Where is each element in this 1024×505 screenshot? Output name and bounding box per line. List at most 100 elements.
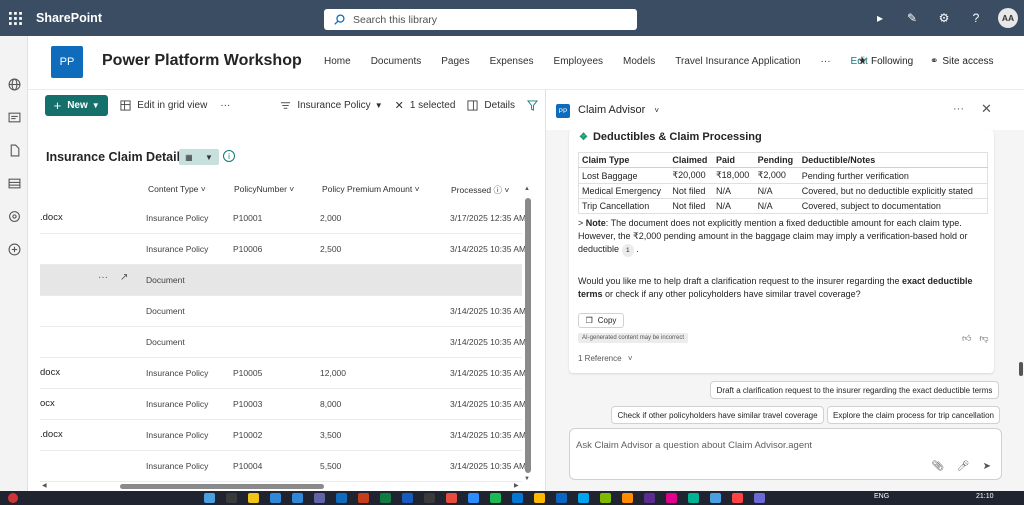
table-row[interactable]: Document 3/14/2025 10:35 AM — [40, 296, 526, 327]
avatar[interactable]: AA — [998, 8, 1018, 28]
scroll-up-icon[interactable]: ▲ — [524, 186, 530, 192]
column-premium[interactable]: Policy Premium Amount ˅ — [322, 184, 420, 194]
file-name[interactable]: docx — [40, 367, 60, 378]
clear-selection-button[interactable]: ✕ 1 selected — [395, 99, 456, 112]
taskbar-app-icon[interactable] — [490, 493, 501, 503]
taskbar-app-icon[interactable] — [402, 493, 413, 503]
taskbar-app-icon[interactable] — [600, 493, 611, 503]
following-button[interactable]: ★ Following — [858, 56, 913, 67]
vertical-scrollbar[interactable]: ▲ ▼ — [524, 180, 532, 485]
table-row[interactable]: Document 3/14/2025 10:35 AM — [40, 327, 526, 358]
nav-employees[interactable]: Employees — [554, 56, 603, 67]
taskbar-app-icon[interactable] — [204, 493, 215, 503]
feedback-icon[interactable]: ✎ — [896, 0, 928, 36]
column-content-type[interactable]: Content Type ˅ — [148, 184, 206, 194]
filter-button[interactable] — [527, 99, 544, 111]
taskbar-app-icon[interactable] — [688, 493, 699, 503]
search-box[interactable]: Search this library — [324, 9, 637, 30]
edit-grid-button[interactable]: Edit in grid view — [120, 100, 207, 111]
globe-icon[interactable] — [0, 68, 28, 101]
taskbar-app-icon[interactable] — [710, 493, 721, 503]
taskbar-app-icon[interactable] — [446, 493, 457, 503]
taskbar-app-icon[interactable] — [270, 493, 281, 503]
taskbar-app-icon[interactable] — [622, 493, 633, 503]
share-icon[interactable]: ↗ — [120, 272, 128, 283]
site-logo[interactable]: PP — [51, 46, 83, 78]
file-name[interactable]: ocx — [40, 398, 55, 409]
gear-icon[interactable]: ⚙ — [928, 0, 960, 36]
taskbar-app-icon[interactable] — [754, 493, 765, 503]
taskbar-app-icon[interactable] — [336, 493, 347, 503]
site-access-button[interactable]: ⚭ Site access — [930, 56, 994, 67]
taskbar-app-icon[interactable] — [292, 493, 303, 503]
nav-models[interactable]: Models — [623, 56, 655, 67]
suggestion-chip[interactable]: Draft a clarification request to the ins… — [710, 381, 999, 399]
help-icon[interactable]: ? — [960, 0, 992, 36]
table-row[interactable]: .docx Insurance Policy P10002 3,500 3/14… — [40, 420, 526, 451]
suggestion-chip[interactable]: Explore the claim process for trip cance… — [827, 406, 1000, 424]
agent-selector[interactable]: Claim Advisor ˅ — [578, 104, 659, 116]
taskbar-app-icon[interactable] — [248, 493, 259, 503]
microphone-icon[interactable]: 🎤︎ — [957, 461, 970, 472]
app-name[interactable]: SharePoint — [36, 11, 102, 25]
add-icon[interactable] — [0, 233, 28, 266]
scroll-right-icon[interactable]: ▶ — [514, 482, 519, 489]
nav-documents[interactable]: Documents — [371, 56, 422, 67]
chat-icon[interactable] — [0, 200, 28, 233]
file-icon[interactable] — [0, 134, 28, 167]
news-icon[interactable] — [0, 101, 28, 134]
column-processed[interactable]: Processed ⓘ ˅ — [451, 184, 509, 196]
thumbs-up-icon[interactable]: 👍︎ — [962, 333, 971, 344]
more-options-icon[interactable]: ··· — [953, 103, 964, 115]
send-icon[interactable]: ➤ — [983, 461, 991, 472]
nav-home[interactable]: Home — [324, 56, 351, 67]
horizontal-scrollbar[interactable]: ◀ ▶ — [40, 482, 524, 490]
file-name[interactable]: .docx — [40, 212, 63, 223]
taskbar-app-icon[interactable] — [666, 493, 677, 503]
scroll-left-icon[interactable]: ◀ — [42, 482, 47, 489]
clock[interactable]: 21:10 — [976, 493, 994, 500]
taskbar-app-icon[interactable] — [468, 493, 479, 503]
view-selector[interactable]: Insurance Policy ▼ — [280, 100, 383, 111]
notification-icon[interactable] — [8, 493, 18, 503]
nav-pages[interactable]: Pages — [441, 56, 469, 67]
suggestion-chip[interactable]: Check if other policyholders have simila… — [611, 406, 824, 424]
search-input[interactable]: Search this library — [353, 14, 437, 26]
app-launcher-icon[interactable] — [2, 0, 28, 36]
reference-badge[interactable]: 1 — [622, 244, 634, 257]
language-indicator[interactable]: ENG — [874, 493, 889, 500]
table-row[interactable]: docx Insurance Policy P10005 12,000 3/14… — [40, 358, 526, 389]
table-row[interactable]: Insurance Policy P10006 2,500 3/14/2025 … — [40, 234, 526, 265]
references-toggle[interactable]: 1 Reference ˅ — [578, 354, 633, 363]
list-icon[interactable] — [0, 167, 28, 200]
new-button[interactable]: + New ▼ — [45, 94, 109, 116]
taskbar-app-icon[interactable] — [578, 493, 589, 503]
column-policy-number[interactable]: PolicyNumber ˅ — [234, 184, 294, 194]
nav-more[interactable]: ··· — [821, 56, 831, 67]
scroll-down-icon[interactable]: ▼ — [524, 476, 530, 482]
ask-input[interactable]: Ask Claim Advisor a question about Claim… — [576, 440, 812, 451]
info-icon[interactable]: i — [223, 150, 235, 162]
view-switcher[interactable]: ▦ ▼ — [179, 149, 219, 165]
scroll-thumb[interactable] — [525, 198, 531, 473]
page-scrollbar[interactable] — [1019, 362, 1023, 376]
site-title[interactable]: Power Platform Workshop — [102, 52, 302, 70]
close-icon[interactable]: ✕ — [981, 101, 992, 117]
details-button[interactable]: Details — [467, 100, 515, 111]
table-row[interactable]: .docx Insurance Policy P10001 2,000 3/17… — [40, 203, 526, 234]
taskbar-app-icon[interactable] — [732, 493, 743, 503]
ask-input-box[interactable]: Ask Claim Advisor a question about Claim… — [569, 428, 1002, 480]
table-row-selected[interactable]: ··· ↗ Document — [40, 265, 522, 296]
taskbar-app-icon[interactable] — [226, 493, 237, 503]
nav-expenses[interactable]: Expenses — [490, 56, 534, 67]
nav-travel-insurance[interactable]: Travel Insurance Application — [675, 56, 800, 67]
copy-button[interactable]: ❐ Copy — [578, 313, 624, 328]
more-commands-button[interactable]: ··· — [220, 100, 230, 111]
taskbar-app-icon[interactable] — [358, 493, 369, 503]
table-row[interactable]: Insurance Policy P10004 5,500 3/14/2025 … — [40, 451, 526, 482]
taskbar-app-icon[interactable] — [512, 493, 523, 503]
taskbar-app-icon[interactable] — [424, 493, 435, 503]
attach-icon[interactable]: 📎︎ — [931, 461, 944, 472]
table-row[interactable]: ocx Insurance Policy P10003 8,000 3/14/2… — [40, 389, 526, 420]
taskbar-app-icon[interactable] — [644, 493, 655, 503]
